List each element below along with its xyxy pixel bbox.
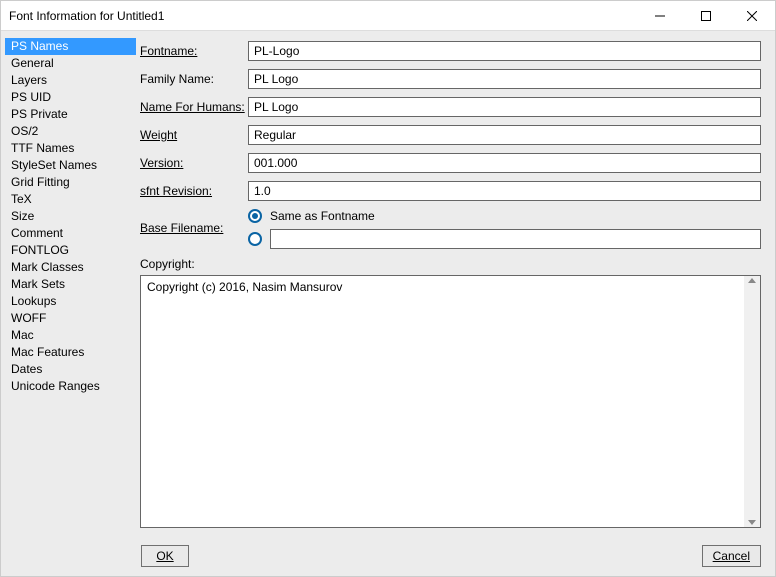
window-title: Font Information for Untitled1: [9, 9, 637, 23]
category-sidebar: PS NamesGeneralLayersPS UIDPS PrivateOS/…: [1, 33, 136, 536]
radio-same-as-fontname[interactable]: [248, 209, 262, 223]
family-name-label: Family Name:: [140, 72, 248, 86]
sidebar-item-layers[interactable]: Layers: [5, 72, 136, 89]
radio-same-as-fontname-label: Same as Fontname: [270, 209, 375, 223]
cancel-button[interactable]: Cancel: [702, 545, 761, 567]
sidebar-item-mark-classes[interactable]: Mark Classes: [5, 259, 136, 276]
radio-custom-filename[interactable]: [248, 232, 262, 246]
scroll-down-icon: [748, 520, 756, 525]
minimize-button[interactable]: [637, 1, 683, 31]
sidebar-item-ps-names[interactable]: PS Names: [5, 38, 136, 55]
sidebar-item-comment[interactable]: Comment: [5, 225, 136, 242]
sidebar-item-ttf-names[interactable]: TTF Names: [5, 140, 136, 157]
sfnt-revision-label: sfnt Revision:: [140, 184, 248, 198]
copyright-label: Copyright:: [140, 257, 761, 271]
sidebar-item-grid-fitting[interactable]: Grid Fitting: [5, 174, 136, 191]
button-bar: OK Cancel: [1, 536, 775, 576]
sidebar-item-ps-uid[interactable]: PS UID: [5, 89, 136, 106]
base-filename-input[interactable]: [270, 229, 761, 249]
scroll-up-icon: [748, 278, 756, 283]
sidebar-item-mac-features[interactable]: Mac Features: [5, 344, 136, 361]
ok-button[interactable]: OK: [141, 545, 189, 567]
titlebar: Font Information for Untitled1: [1, 1, 775, 31]
maximize-button[interactable]: [683, 1, 729, 31]
main-panel: Fontname: Family Name: Name For Humans: …: [136, 33, 775, 536]
weight-input[interactable]: [248, 125, 761, 145]
sidebar-item-mark-sets[interactable]: Mark Sets: [5, 276, 136, 293]
sidebar-item-size[interactable]: Size: [5, 208, 136, 225]
close-button[interactable]: [729, 1, 775, 31]
sidebar-item-unicode-ranges[interactable]: Unicode Ranges: [5, 378, 136, 395]
sidebar-item-tex[interactable]: TeX: [5, 191, 136, 208]
sidebar-item-dates[interactable]: Dates: [5, 361, 136, 378]
fontname-input[interactable]: [248, 41, 761, 61]
sidebar-item-os-2[interactable]: OS/2: [5, 123, 136, 140]
sidebar-item-woff[interactable]: WOFF: [5, 310, 136, 327]
base-filename-label: Base Filename:: [140, 209, 248, 235]
family-name-input[interactable]: [248, 69, 761, 89]
sidebar-item-ps-private[interactable]: PS Private: [5, 106, 136, 123]
scrollbar[interactable]: [744, 276, 760, 527]
sidebar-item-styleset-names[interactable]: StyleSet Names: [5, 157, 136, 174]
copyright-field-wrap: [140, 275, 761, 528]
fontname-label: Fontname:: [140, 44, 248, 58]
sfnt-revision-input[interactable]: [248, 181, 761, 201]
version-input[interactable]: [248, 153, 761, 173]
sidebar-item-fontlog[interactable]: FONTLOG: [5, 242, 136, 259]
copyright-textarea[interactable]: [141, 276, 744, 527]
version-label: Version:: [140, 156, 248, 170]
sidebar-item-general[interactable]: General: [5, 55, 136, 72]
sidebar-item-mac[interactable]: Mac: [5, 327, 136, 344]
content-area: PS NamesGeneralLayersPS UIDPS PrivateOS/…: [1, 31, 775, 536]
sidebar-item-lookups[interactable]: Lookups: [5, 293, 136, 310]
weight-label: Weight: [140, 128, 248, 142]
name-for-humans-input[interactable]: [248, 97, 761, 117]
name-for-humans-label: Name For Humans:: [140, 100, 248, 114]
